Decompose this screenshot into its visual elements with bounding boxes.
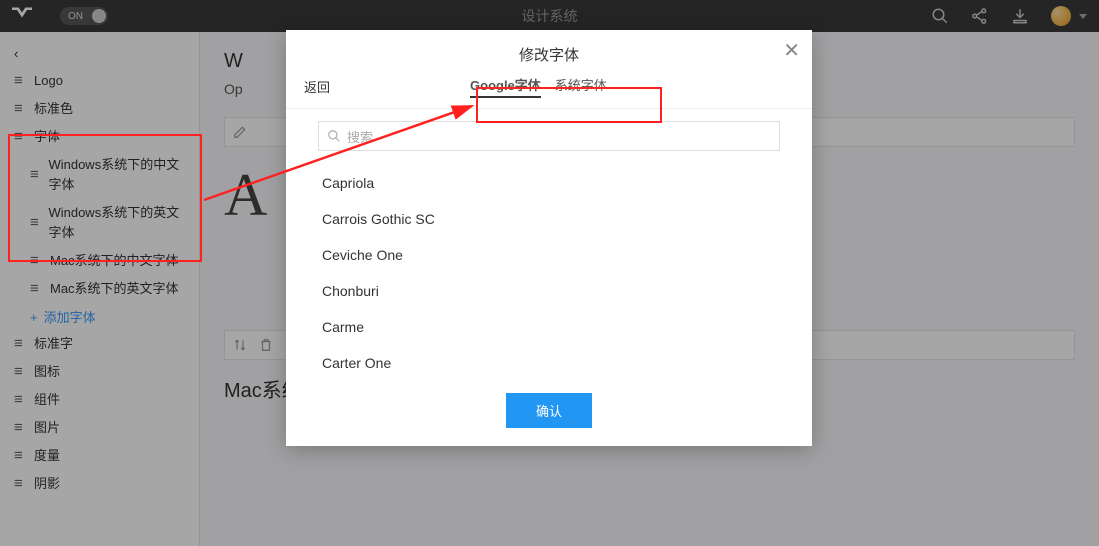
font-option[interactable]: Chonburi xyxy=(318,273,780,309)
modal-title: 修改字体 xyxy=(286,30,812,75)
modal-tab-row: 返回 Google字体 系统字体 xyxy=(286,75,812,109)
font-option[interactable]: Carter One xyxy=(318,345,780,381)
tab-system-fonts[interactable]: 系统字体 xyxy=(555,75,607,98)
search-input[interactable]: 搜索 xyxy=(318,121,780,151)
search-placeholder: 搜索 xyxy=(347,127,373,146)
tab-google-fonts[interactable]: Google字体 xyxy=(470,75,541,98)
font-source-tabs: Google字体 系统字体 xyxy=(470,75,607,98)
close-icon[interactable]: ✕ xyxy=(783,38,800,63)
search-icon xyxy=(327,129,341,143)
confirm-button[interactable]: 确认 xyxy=(506,393,592,428)
modify-font-modal: ✕ 修改字体 返回 Google字体 系统字体 搜索 CapriolaCarro… xyxy=(286,30,812,446)
font-option[interactable]: Carme xyxy=(318,309,780,345)
search-wrap: 搜索 xyxy=(286,109,812,159)
font-list[interactable]: CapriolaCarrois Gothic SCCeviche OneChon… xyxy=(302,159,796,381)
font-option[interactable]: Carrois Gothic SC xyxy=(318,201,780,237)
font-option[interactable]: Ceviche One xyxy=(318,237,780,273)
back-link[interactable]: 返回 xyxy=(304,77,330,96)
font-option[interactable]: Capriola xyxy=(318,165,780,201)
modal-footer: 确认 xyxy=(286,381,812,446)
